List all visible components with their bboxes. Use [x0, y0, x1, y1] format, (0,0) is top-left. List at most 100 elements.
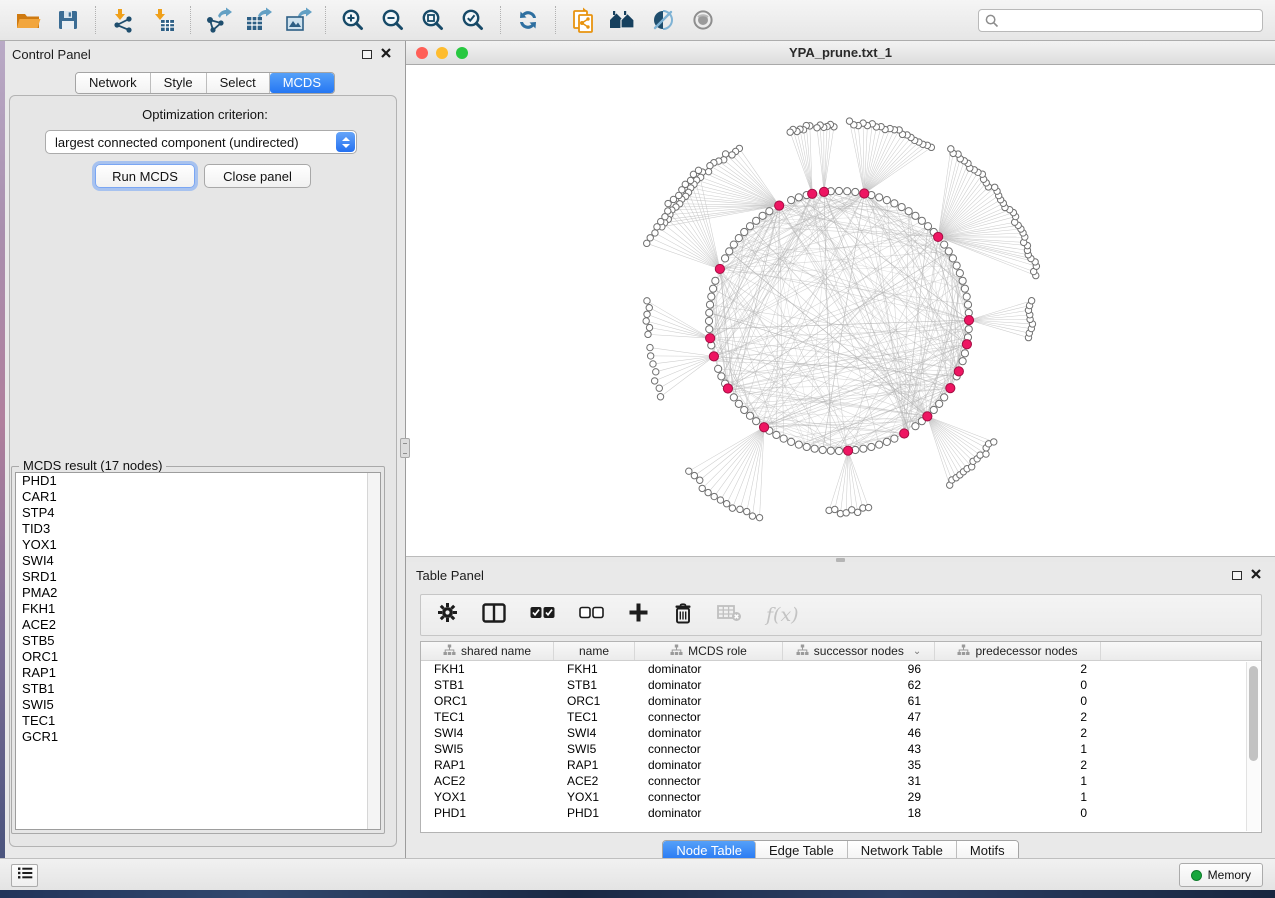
leaf-node[interactable] — [729, 505, 735, 511]
leaf-node[interactable] — [787, 129, 793, 135]
mcds-result-item[interactable]: YOX1 — [16, 537, 380, 553]
delete-table-button[interactable] — [717, 603, 742, 627]
ring-node[interactable] — [827, 447, 834, 454]
table-row[interactable]: TEC1TEC1connector472 — [421, 709, 1261, 725]
ring-node[interactable] — [773, 431, 780, 438]
leaf-node[interactable] — [644, 240, 650, 246]
table-row[interactable]: ACE2ACE2connector311 — [421, 773, 1261, 789]
ring-node[interactable] — [924, 223, 931, 230]
ring-node[interactable] — [803, 443, 810, 450]
mcds-result-item[interactable]: SWI4 — [16, 553, 380, 569]
close-panel-icon[interactable] — [1251, 566, 1261, 584]
mcds-hub-node[interactable] — [900, 429, 909, 438]
column-header-successor-nodes[interactable]: successor nodes⌄ — [783, 642, 935, 660]
leaf-node[interactable] — [650, 361, 656, 367]
leaf-node[interactable] — [744, 508, 750, 514]
mcds-result-list[interactable]: PHD1CAR1STP4TID3YOX1SWI4SRD1PMA2FKH1ACE2… — [15, 472, 381, 830]
mcds-result-scrollbar[interactable] — [367, 473, 380, 829]
select-all-rows-button[interactable] — [530, 606, 555, 624]
leaf-node[interactable] — [705, 168, 711, 174]
ring-node[interactable] — [718, 373, 725, 380]
ring-node[interactable] — [735, 235, 742, 242]
ring-node[interactable] — [735, 400, 742, 407]
ring-node[interactable] — [883, 438, 890, 445]
leaf-node[interactable] — [657, 394, 663, 400]
leaf-node[interactable] — [699, 485, 705, 491]
mcds-hub-node[interactable] — [954, 367, 963, 376]
leaf-node[interactable] — [653, 369, 659, 375]
mcds-result-item[interactable]: FKH1 — [16, 601, 380, 617]
mcds-hub-node[interactable] — [723, 384, 732, 393]
ring-node[interactable] — [961, 350, 968, 357]
zoom-out-button[interactable] — [373, 3, 413, 37]
ring-node[interactable] — [726, 248, 733, 255]
export-image-button[interactable] — [278, 3, 318, 37]
memory-button[interactable]: Memory — [1179, 863, 1263, 887]
leaf-node[interactable] — [717, 497, 723, 503]
ring-node[interactable] — [930, 406, 937, 413]
home-button[interactable] — [603, 3, 643, 37]
leaf-node[interactable] — [644, 298, 650, 304]
mcds-result-item[interactable]: TID3 — [16, 521, 380, 537]
mcds-result-item[interactable]: TEC1 — [16, 713, 380, 729]
mcds-hub-node[interactable] — [775, 201, 784, 210]
float-panel-icon[interactable] — [362, 50, 372, 59]
column-header-mcds-role[interactable]: MCDS role — [635, 642, 783, 660]
leaf-node[interactable] — [723, 501, 729, 507]
leaf-node[interactable] — [697, 477, 703, 483]
mcds-result-item[interactable]: GCR1 — [16, 729, 380, 745]
ring-node[interactable] — [709, 285, 716, 292]
mcds-hub-node[interactable] — [715, 264, 724, 273]
save-session-button[interactable] — [48, 3, 88, 37]
leaf-node[interactable] — [691, 472, 697, 478]
ring-node[interactable] — [941, 241, 948, 248]
task-history-button[interactable] — [11, 864, 38, 887]
ring-node[interactable] — [898, 203, 905, 210]
mcds-hub-node[interactable] — [808, 189, 817, 198]
node-table[interactable]: shared namenameMCDS rolesuccessor nodes⌄… — [420, 641, 1262, 833]
ring-node[interactable] — [936, 400, 943, 407]
ring-node[interactable] — [912, 423, 919, 430]
column-header-name[interactable]: name — [554, 642, 635, 660]
leaf-node[interactable] — [656, 385, 662, 391]
ring-node[interactable] — [708, 293, 715, 300]
ring-node[interactable] — [963, 293, 970, 300]
network-titlebar[interactable]: YPA_prune.txt_1 — [406, 41, 1275, 65]
column-header-shared-name[interactable]: shared name — [421, 642, 554, 660]
mcds-result-item[interactable]: CAR1 — [16, 489, 380, 505]
export-network-button[interactable] — [198, 3, 238, 37]
leaf-node[interactable] — [646, 324, 652, 330]
search-input[interactable] — [978, 9, 1263, 32]
close-panel-button[interactable]: Close panel — [204, 164, 311, 188]
leaf-node[interactable] — [651, 378, 657, 384]
leaf-node[interactable] — [644, 311, 650, 317]
tab-select[interactable]: Select — [207, 73, 270, 93]
function-builder-button[interactable]: f(x) — [766, 604, 799, 626]
leaf-node[interactable] — [814, 125, 820, 131]
ring-node[interactable] — [759, 212, 766, 219]
table-scrollbar[interactable] — [1246, 662, 1260, 831]
ring-node[interactable] — [918, 217, 925, 224]
leaf-node[interactable] — [645, 331, 651, 337]
mcds-result-item[interactable]: STB1 — [16, 681, 380, 697]
ring-node[interactable] — [835, 447, 842, 454]
import-network-button[interactable] — [103, 3, 143, 37]
ring-node[interactable] — [876, 194, 883, 201]
ring-node[interactable] — [891, 200, 898, 207]
ring-node[interactable] — [741, 406, 748, 413]
ring-node[interactable] — [844, 188, 851, 195]
leaf-node[interactable] — [707, 163, 713, 169]
leaf-node[interactable] — [643, 318, 649, 324]
add-column-button[interactable] — [628, 602, 649, 628]
mcds-hub-node[interactable] — [709, 352, 718, 361]
show-hide-annotations-button[interactable] — [683, 3, 723, 37]
ring-node[interactable] — [964, 301, 971, 308]
mcds-hub-node[interactable] — [923, 412, 932, 421]
tab-network[interactable]: Network — [76, 73, 151, 93]
ring-node[interactable] — [788, 438, 795, 445]
table-row[interactable]: SWI4SWI4dominator462 — [421, 725, 1261, 741]
ring-node[interactable] — [746, 223, 753, 230]
table-row[interactable]: SWI5SWI5connector431 — [421, 741, 1261, 757]
leaf-node[interactable] — [646, 305, 652, 311]
clone-network-button[interactable] — [563, 3, 603, 37]
